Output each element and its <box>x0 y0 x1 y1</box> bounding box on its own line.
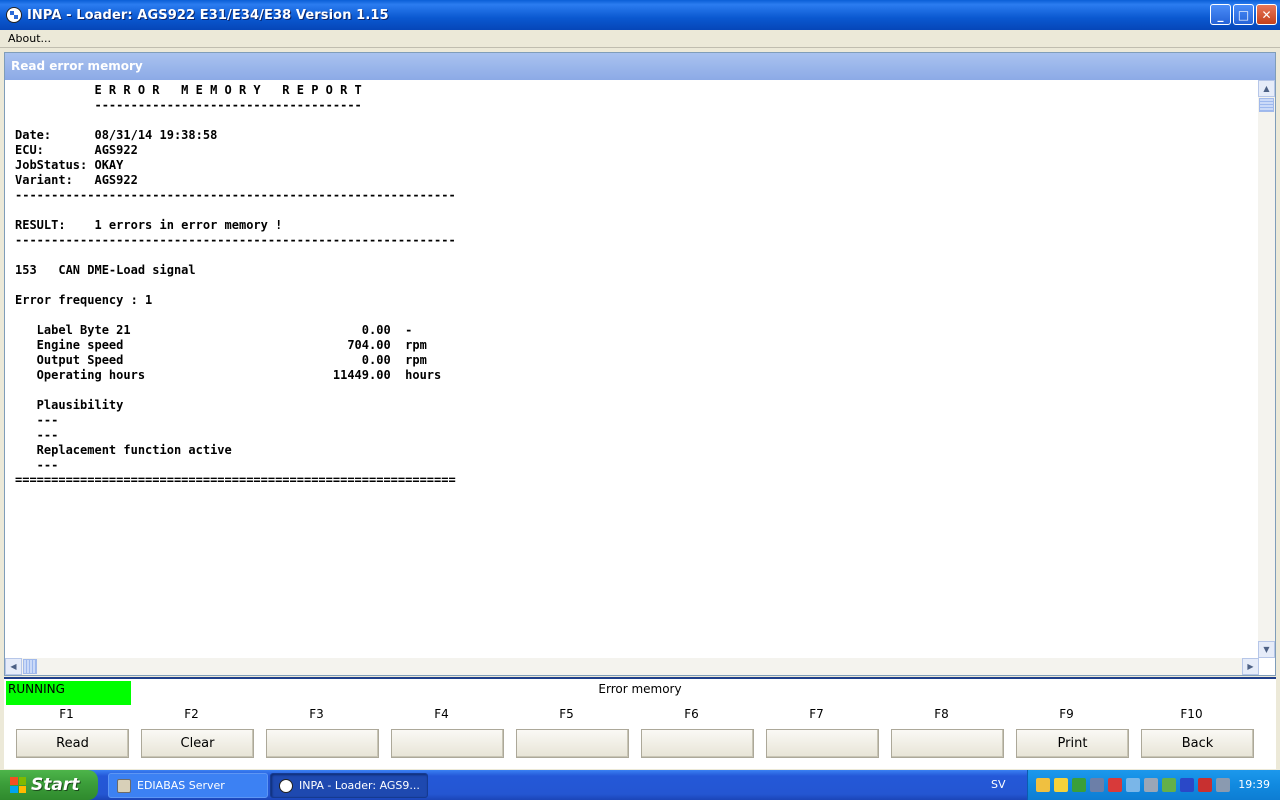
report-line: --- <box>15 458 59 472</box>
network-icon[interactable] <box>1090 778 1104 792</box>
report-line: Error frequency : 1 <box>15 293 153 307</box>
function-key-label-f5: F5 <box>559 707 574 721</box>
function-key-label-f3: F3 <box>309 707 324 721</box>
function-button-f6[interactable] <box>641 729 754 758</box>
function-key-label-f8: F8 <box>934 707 949 721</box>
report-line: Engine speed 704.00 rpm <box>15 338 427 352</box>
report-line: Label Byte 21 0.00 - <box>15 323 413 337</box>
panel-title: Read error memory <box>5 53 1275 80</box>
speaker-icon[interactable] <box>1144 778 1158 792</box>
taskbar-item-label: INPA - Loader: AGS9... <box>299 779 420 792</box>
shield-icon[interactable] <box>1054 778 1068 792</box>
minimize-button[interactable]: _ <box>1210 4 1231 25</box>
report-panel: Read error memory E R R O R M E M O R Y … <box>4 52 1276 676</box>
screen-title: Error memory <box>598 682 682 696</box>
function-key-labels: F1 F2 F3 F4 F5 F6 F7 F8 F9 F10 <box>4 705 1276 723</box>
window-titlebar[interactable]: INPA - Loader: AGS922 E31/E34/E38 Versio… <box>0 0 1280 30</box>
report-line: --- <box>15 413 59 427</box>
function-key-label-f2: F2 <box>184 707 199 721</box>
key-icon[interactable] <box>1036 778 1050 792</box>
function-key-label-f9: F9 <box>1059 707 1074 721</box>
report-line: E R R O R M E M O R Y R E P O R T <box>15 83 362 97</box>
scroll-right-button[interactable]: ▶ <box>1242 658 1259 675</box>
function-key-label-f1: F1 <box>59 707 74 721</box>
start-button[interactable]: Start <box>0 770 98 800</box>
security-icon[interactable] <box>1108 778 1122 792</box>
ediabas-icon <box>117 778 131 793</box>
update-icon[interactable] <box>1162 778 1176 792</box>
function-button-f3[interactable] <box>266 729 379 758</box>
report-line: ----------------------------------------… <box>15 233 456 247</box>
report-line: Date: 08/31/14 19:38:58 <box>15 128 218 142</box>
report-line: Replacement function active <box>15 443 232 457</box>
function-button-f2[interactable]: Clear <box>141 729 254 758</box>
vertical-scrollbar[interactable]: ▲ ▼ <box>1258 80 1275 658</box>
tool-icon[interactable] <box>1072 778 1086 792</box>
menu-item-about[interactable]: About... <box>8 32 51 45</box>
report-line <box>15 278 1255 293</box>
error-memory-report: E R R O R M E M O R Y R E P O R T ------… <box>15 83 1255 655</box>
function-button-f9[interactable]: Print <box>1016 729 1129 758</box>
function-key-label-f10: F10 <box>1180 707 1203 721</box>
horizontal-scroll-thumb[interactable] <box>23 659 37 674</box>
taskbar-item-label: EDIABAS Server <box>137 779 225 792</box>
report-line <box>15 308 1255 323</box>
report-line: --- <box>15 428 59 442</box>
function-button-f7[interactable] <box>766 729 879 758</box>
scroll-down-button[interactable]: ▼ <box>1258 641 1275 658</box>
menu-bar: About... <box>0 30 1280 48</box>
report-line: ECU: AGS922 <box>15 143 138 157</box>
function-button-f10[interactable]: Back <box>1141 729 1254 758</box>
report-line: Variant: AGS922 <box>15 173 138 187</box>
function-key-label-f6: F6 <box>684 707 699 721</box>
report-line <box>15 383 1255 398</box>
bmw-icon <box>6 7 22 23</box>
function-button-f5[interactable] <box>516 729 629 758</box>
monitor-icon[interactable] <box>1216 778 1230 792</box>
function-key-label-f7: F7 <box>809 707 824 721</box>
function-key-buttons: Read Clear Print Back <box>16 729 1254 758</box>
report-line <box>15 248 1255 263</box>
report-line <box>15 203 1255 218</box>
taskbar: Start EDIABAS Server INPA - Loader: AGS9… <box>0 770 1280 800</box>
report-line: ========================================… <box>15 473 456 487</box>
scroll-up-button[interactable]: ▲ <box>1258 80 1275 97</box>
maximize-button[interactable]: □ <box>1233 4 1254 25</box>
function-button-f8[interactable] <box>891 729 1004 758</box>
report-line: Plausibility <box>15 398 124 412</box>
window-controls: _ □ ✕ <box>1210 4 1277 25</box>
vertical-scroll-thumb[interactable] <box>1259 98 1274 112</box>
function-key-label-f4: F4 <box>434 707 449 721</box>
windows-logo-icon <box>10 777 26 793</box>
bluetooth-icon[interactable] <box>1180 778 1194 792</box>
taskbar-item-ediabas[interactable]: EDIABAS Server <box>108 773 268 798</box>
scroll-left-button[interactable]: ◀ <box>5 658 22 675</box>
start-label: Start <box>31 775 80 795</box>
ati-icon[interactable] <box>1198 778 1212 792</box>
report-line <box>15 113 1255 128</box>
report-line: JobStatus: OKAY <box>15 158 124 172</box>
taskbar-item-inpa[interactable]: INPA - Loader: AGS9... <box>270 773 428 798</box>
report-line: Output Speed 0.00 rpm <box>15 353 427 367</box>
function-button-f4[interactable] <box>391 729 504 758</box>
bmw-icon <box>279 778 293 793</box>
clock: 19:39 <box>1238 778 1270 791</box>
function-key-area: RUNNING Error memory F1 F2 F3 F4 F5 F6 F7 F8 F9 F… <box>4 677 1276 769</box>
report-line: ------------------------------------- <box>15 98 362 112</box>
close-button[interactable]: ✕ <box>1256 4 1277 25</box>
report-line: ----------------------------------------… <box>15 188 456 202</box>
report-line: Operating hours 11449.00 hours <box>15 368 442 382</box>
function-button-f1[interactable]: Read <box>16 729 129 758</box>
report-line: 153 CAN DME-Load signal <box>15 263 196 277</box>
horizontal-scrollbar[interactable]: ◀ ▶ <box>5 658 1259 675</box>
running-status-indicator: RUNNING <box>6 681 131 705</box>
device-icon[interactable] <box>1126 778 1140 792</box>
report-line: RESULT: 1 errors in error memory ! <box>15 218 283 232</box>
window-title: INPA - Loader: AGS922 E31/E34/E38 Versio… <box>27 7 389 23</box>
language-indicator[interactable]: SV <box>991 778 1006 791</box>
